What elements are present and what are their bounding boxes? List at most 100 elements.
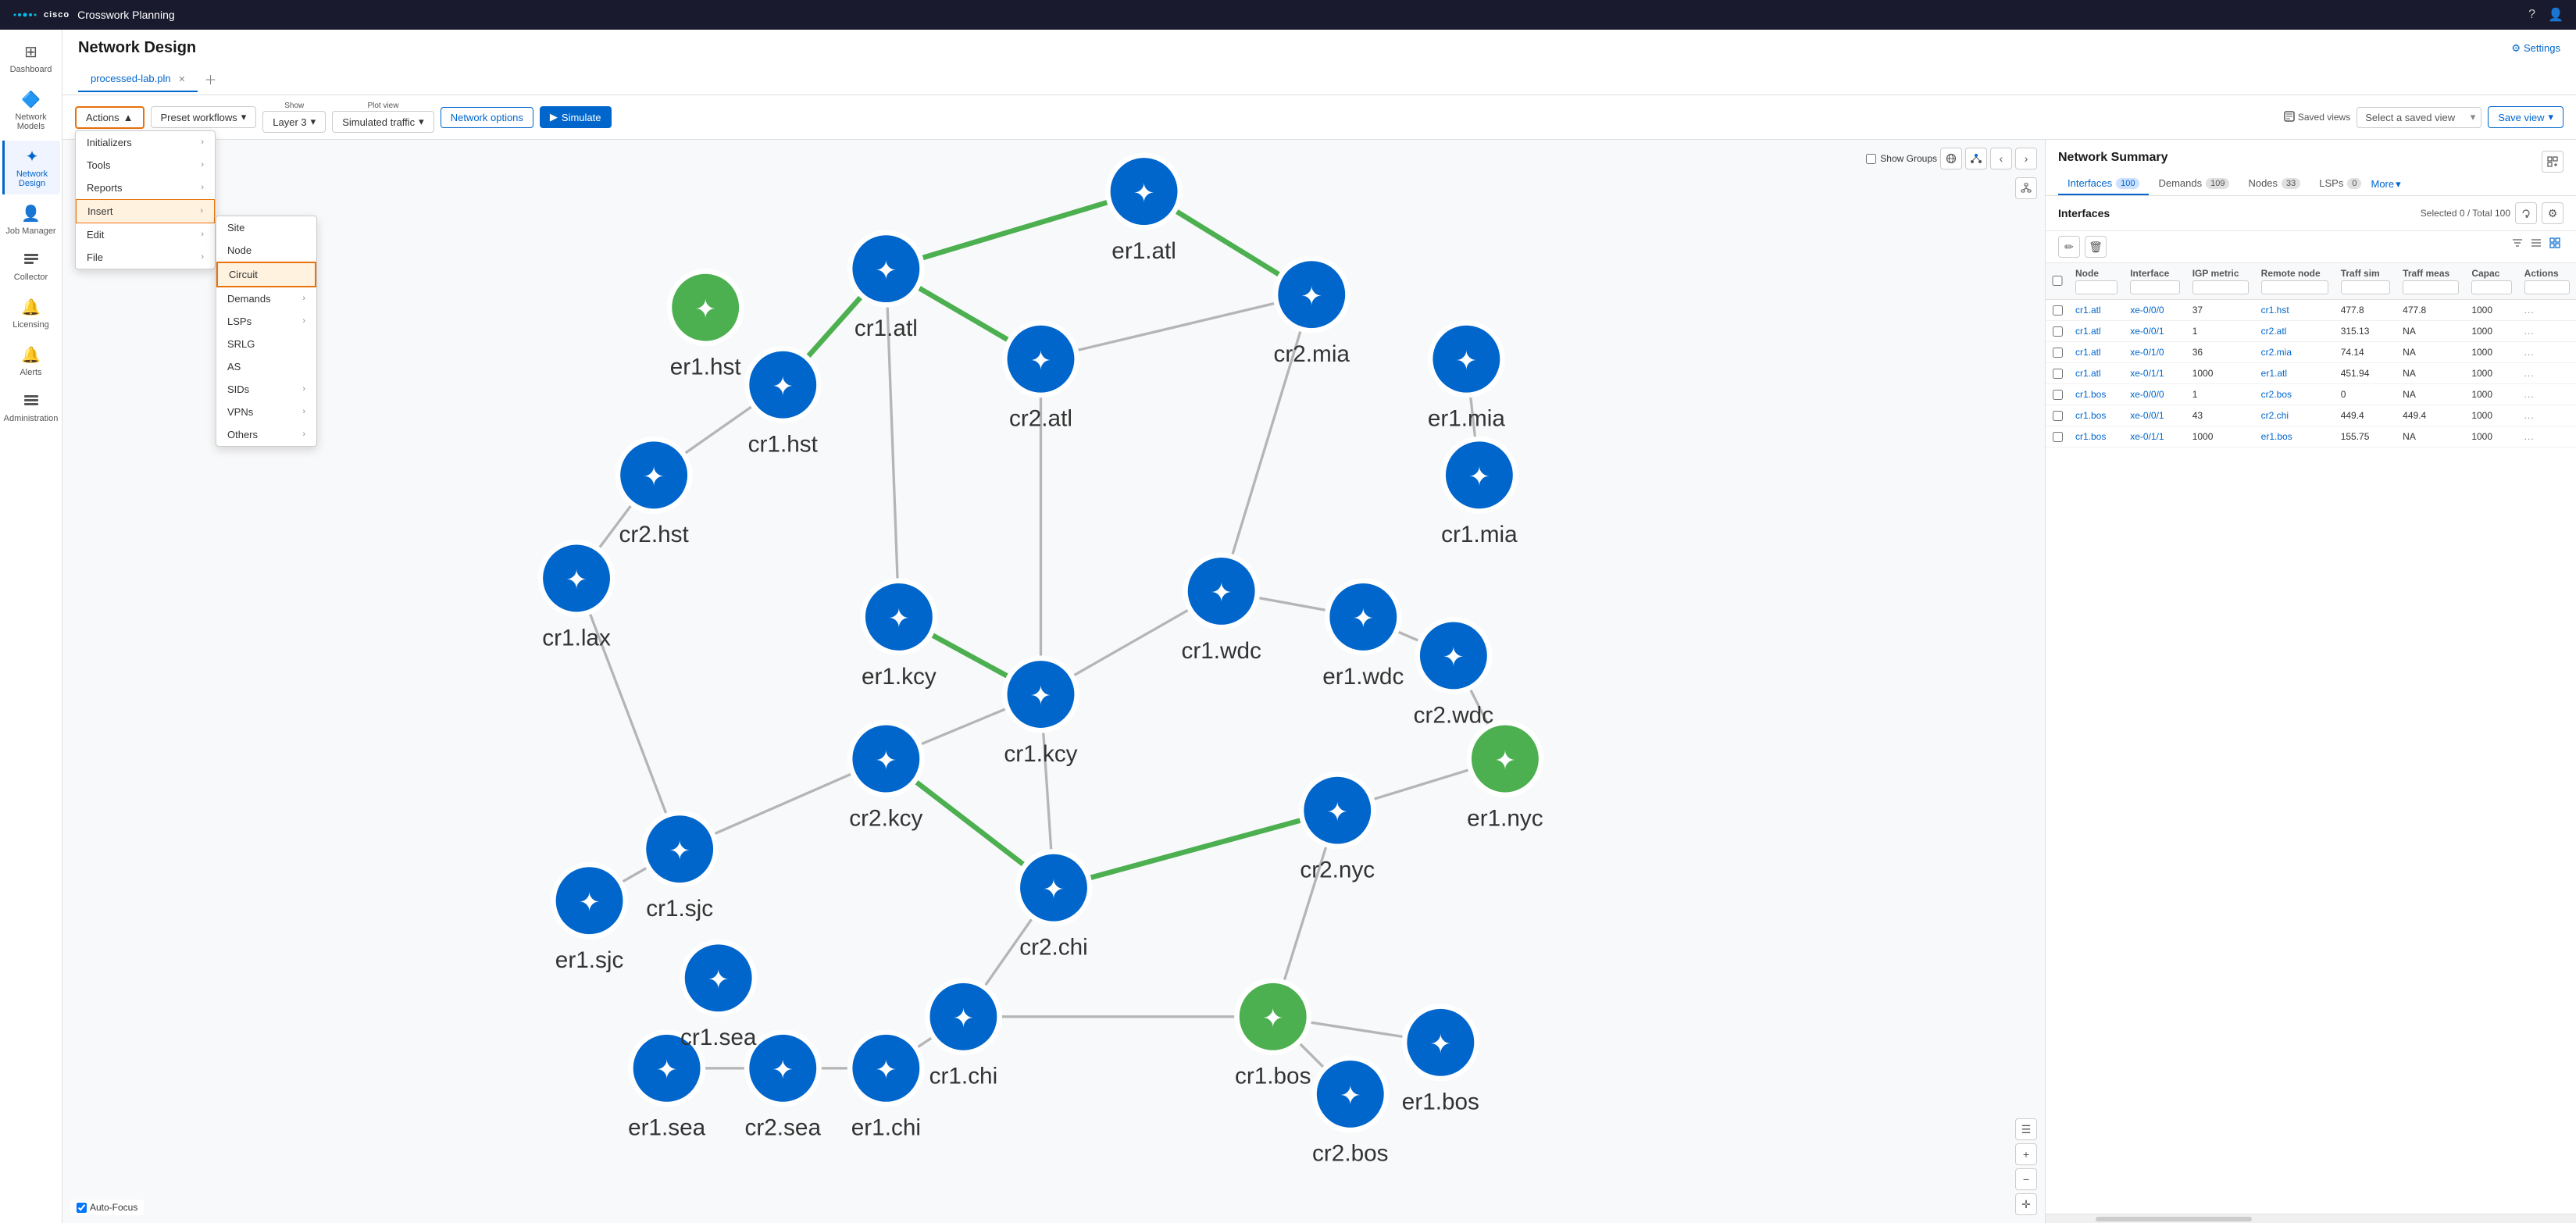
row-actions-btn[interactable]: ... <box>2524 368 2535 379</box>
panel-expand-btn[interactable] <box>2542 151 2564 173</box>
menu-item-edit[interactable]: Edit › <box>76 223 215 246</box>
map-area[interactable]: Show Groups ‹ › <box>62 140 2045 1223</box>
igp-filter-input[interactable] <box>2192 280 2249 294</box>
delete-btn[interactable]: 🗑 <box>2085 236 2107 258</box>
user-icon[interactable]: 👤 <box>2548 7 2564 23</box>
remote-node-filter-input[interactable] <box>2261 280 2328 294</box>
submenu-item-circuit[interactable]: Circuit <box>216 262 316 287</box>
row-actions-btn[interactable]: ... <box>2524 431 2535 442</box>
submenu-item-lsps[interactable]: LSPs › <box>216 310 316 333</box>
zoom-out-btn[interactable]: − <box>2015 1168 2037 1190</box>
interface-filter-input[interactable] <box>2130 280 2179 294</box>
saved-view-select[interactable]: Select a saved view <box>2357 107 2481 128</box>
row-actions-btn[interactable]: ... <box>2524 389 2535 400</box>
map-hierarchy-btn[interactable] <box>2015 177 2037 199</box>
svg-text:cr1.wdc: cr1.wdc <box>1181 638 1261 664</box>
svg-text:✦: ✦ <box>1494 746 1516 775</box>
tab-nodes[interactable]: Nodes 33 <box>2239 173 2310 195</box>
sidebar-item-dashboard[interactable]: ⊞ Dashboard <box>2 36 60 80</box>
sidebar-item-licensing[interactable]: 🔔 Licensing <box>2 291 60 336</box>
save-view-button[interactable]: Save view ▾ <box>2488 106 2564 128</box>
row-checkbox[interactable] <box>2053 432 2063 442</box>
sidebar-item-administration[interactable]: Administration <box>2 387 60 430</box>
row-actions-btn[interactable]: ... <box>2524 305 2535 316</box>
plot-view-label: Plot view <box>367 102 398 110</box>
submenu-item-sids[interactable]: SIDs › <box>216 378 316 401</box>
sidebar-item-label: Network Design <box>8 169 57 188</box>
sidebar-item-alerts[interactable]: 🔔 Alerts <box>2 339 60 383</box>
row-actions-btn[interactable]: ... <box>2524 410 2535 421</box>
zoom-in-btn[interactable]: + <box>2015 1143 2037 1165</box>
topology-icon-btn[interactable] <box>1965 148 1987 169</box>
row-checkbox[interactable] <box>2053 390 2063 400</box>
refresh-btn[interactable] <box>2515 202 2537 224</box>
submenu-item-demands[interactable]: Demands › <box>216 287 316 310</box>
row-capac: 1000 <box>2465 426 2517 447</box>
settings-table-btn[interactable]: ⚙ <box>2542 202 2564 224</box>
submenu-item-srlg[interactable]: SRLG <box>216 333 316 355</box>
tab-interfaces[interactable]: Interfaces 100 <box>2058 173 2149 195</box>
row-actions-btn[interactable]: ... <box>2524 347 2535 358</box>
traff-sim-filter-input[interactable] <box>2341 280 2390 294</box>
menu-item-insert[interactable]: Insert › <box>76 199 215 223</box>
submenu-item-others[interactable]: Others › <box>216 423 316 446</box>
row-checkbox[interactable] <box>2053 411 2063 421</box>
submenu-item-site[interactable]: Site <box>216 216 316 239</box>
row-checkbox[interactable] <box>2053 348 2063 358</box>
row-actions-btn[interactable]: ... <box>2524 326 2535 337</box>
menu-item-file[interactable]: File › <box>76 246 215 269</box>
sidebar-item-label: Collector <box>14 273 48 282</box>
auto-focus-label[interactable]: Auto-Focus <box>70 1200 144 1215</box>
edit-btn[interactable]: ✏ <box>2058 236 2080 258</box>
auto-focus-checkbox[interactable] <box>77 1203 87 1213</box>
preset-workflows-button[interactable]: Preset workflows ▾ <box>151 106 257 128</box>
list-icon-btn[interactable]: ☰ <box>2015 1118 2037 1140</box>
tab-processed-lab[interactable]: processed-lab.pln ✕ <box>78 66 198 92</box>
sidebar-item-collector[interactable]: Collector <box>2 245 60 288</box>
tab-close-btn[interactable]: ✕ <box>178 75 185 84</box>
tab-add-btn[interactable]: ＋ <box>198 63 223 94</box>
submenu-item-vpns[interactable]: VPNs › <box>216 401 316 423</box>
submenu-item-as[interactable]: AS <box>216 355 316 378</box>
tab-demands[interactable]: Demands 109 <box>2149 173 2239 195</box>
traff-meas-filter-input[interactable] <box>2403 280 2459 294</box>
show-groups-checkbox-label[interactable]: Show Groups <box>1866 153 1937 164</box>
crosshair-icon-btn[interactable]: ✛ <box>2015 1193 2037 1215</box>
tab-lsps[interactable]: LSPs 0 <box>2310 173 2371 195</box>
row-checkbox[interactable] <box>2053 326 2063 337</box>
menu-item-tools[interactable]: Tools › <box>76 154 215 176</box>
row-remote-node: er1.atl <box>2255 363 2335 384</box>
next-btn[interactable]: › <box>2015 148 2037 169</box>
horizontal-scrollbar[interactable] <box>2046 1214 2576 1223</box>
content-area: Network Design ⚙ Settings processed-lab.… <box>62 30 2576 1223</box>
submenu-item-node[interactable]: Node <box>216 239 316 262</box>
page-header-row1: Network Design ⚙ Settings <box>78 39 2560 57</box>
settings-link[interactable]: ⚙ Settings <box>2511 42 2560 55</box>
sidebar-item-network-design[interactable]: ✦ Network Design <box>2 141 60 194</box>
row-checkbox[interactable] <box>2053 305 2063 316</box>
simulate-button[interactable]: ▶ Simulate <box>540 106 612 128</box>
capac-filter-input[interactable] <box>2471 280 2511 294</box>
sidebar-item-network-models[interactable]: 🔷 Network Models <box>2 84 60 137</box>
show-groups-checkbox[interactable] <box>1866 154 1876 164</box>
network-options-button[interactable]: Network options <box>441 107 533 128</box>
prev-btn[interactable]: ‹ <box>1990 148 2012 169</box>
node-filter-input[interactable] <box>2075 280 2118 294</box>
menu-item-initializers[interactable]: Initializers › <box>76 131 215 154</box>
more-tabs-btn[interactable]: More ▾ <box>2371 178 2400 191</box>
globe-icon-btn[interactable] <box>1940 148 1962 169</box>
actions-button[interactable]: Actions ▲ <box>75 106 144 129</box>
compact-view-icon[interactable] <box>2546 236 2564 258</box>
list-view-icon[interactable] <box>2528 236 2545 258</box>
actions-filter-input[interactable] <box>2524 280 2570 294</box>
row-checkbox[interactable] <box>2053 369 2063 379</box>
row-traff-sim: 74.14 <box>2335 342 2396 363</box>
filter-icon[interactable] <box>2509 236 2526 258</box>
layer3-button[interactable]: Layer 3 ▾ <box>262 111 326 133</box>
simulated-traffic-button[interactable]: Simulated traffic ▾ <box>332 111 434 133</box>
chevron-down-icon: ▾ <box>419 116 424 128</box>
select-all-checkbox[interactable] <box>2052 276 2063 286</box>
help-icon[interactable]: ? <box>2528 8 2535 22</box>
menu-item-reports[interactable]: Reports › <box>76 176 215 199</box>
sidebar-item-job-manager[interactable]: 👤 Job Manager <box>2 198 60 242</box>
